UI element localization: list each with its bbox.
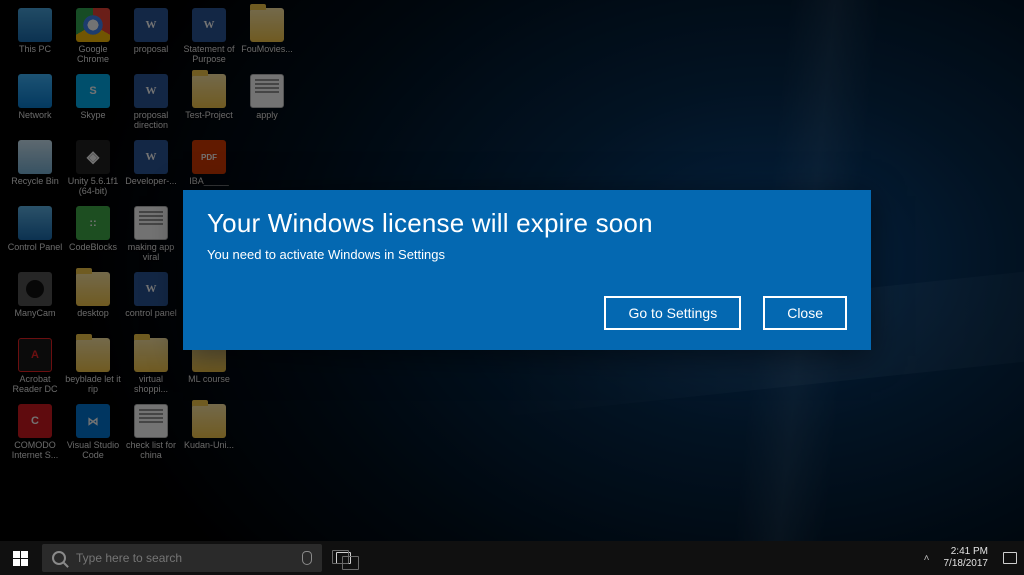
microphone-icon[interactable] (302, 551, 312, 565)
clock-time: 2:41 PM (944, 546, 989, 558)
start-button[interactable] (0, 541, 40, 575)
task-view-icon (336, 552, 351, 564)
clock-date: 7/18/2017 (944, 558, 989, 570)
tray-overflow-icon[interactable]: ˄ (924, 553, 930, 564)
go-to-settings-button[interactable]: Go to Settings (604, 296, 741, 330)
dialog-message: You need to activate Windows in Settings (207, 247, 847, 262)
close-button[interactable]: Close (763, 296, 847, 330)
dialog-actions: Go to Settings Close (207, 296, 847, 330)
task-view-button[interactable] (322, 541, 364, 575)
search-input[interactable] (76, 551, 294, 565)
taskbar-search[interactable] (42, 544, 322, 572)
notification-icon (1003, 552, 1017, 564)
search-icon (52, 551, 66, 565)
action-center-button[interactable] (996, 541, 1024, 575)
license-expire-dialog: Your Windows license will expire soon Yo… (183, 190, 871, 350)
taskbar: ˄ 2:41 PM 7/18/2017 (0, 541, 1024, 575)
taskbar-clock[interactable]: 2:41 PM 7/18/2017 (936, 546, 997, 570)
windows-logo-icon (13, 551, 28, 566)
system-tray[interactable]: ˄ (924, 553, 936, 564)
dialog-title: Your Windows license will expire soon (207, 208, 847, 239)
